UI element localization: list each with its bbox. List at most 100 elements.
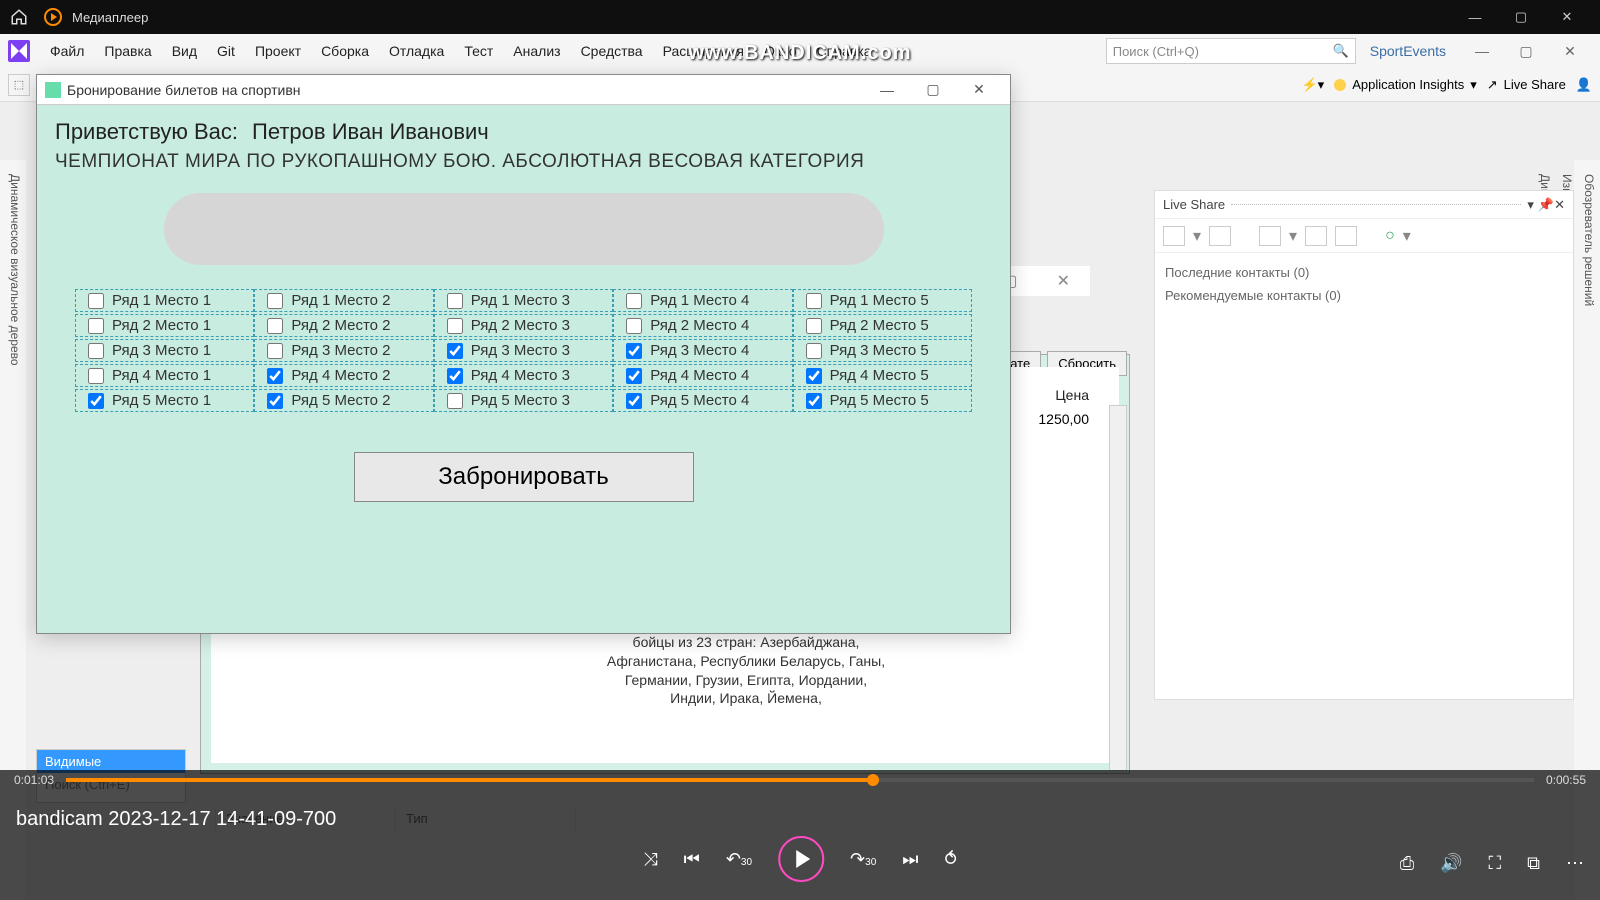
next-icon[interactable]: ⏭ (902, 849, 918, 870)
seat-checkbox[interactable]: Ряд 5 Место 5 (793, 389, 972, 412)
close-icon[interactable]: ✕ (1554, 197, 1565, 213)
pin-icon[interactable]: 📌 (1538, 197, 1554, 213)
seat-checkbox[interactable]: Ряд 3 Место 4 (613, 339, 792, 362)
user-icon[interactable]: 👤 (1576, 77, 1592, 93)
seat-checkbox-input[interactable] (267, 393, 283, 409)
seat-checkbox[interactable]: Ряд 4 Место 1 (75, 364, 254, 387)
home-icon[interactable] (10, 8, 28, 26)
toolbar-icon[interactable] (1209, 226, 1231, 246)
seat-checkbox[interactable]: Ряд 5 Место 1 (75, 389, 254, 412)
vs-menu-item[interactable]: Сборка (311, 37, 379, 65)
seat-checkbox[interactable]: Ряд 1 Место 5 (793, 289, 972, 312)
seat-checkbox[interactable]: Ряд 5 Место 2 (254, 389, 433, 412)
play-button[interactable] (778, 836, 824, 882)
vs-menu-item[interactable]: Проект (245, 37, 311, 65)
more-icon[interactable]: ⋯ (1566, 853, 1584, 874)
fullscreen-icon[interactable]: ⛶ (1489, 853, 1502, 874)
seat-checkbox[interactable]: Ряд 3 Место 1 (75, 339, 254, 362)
vs-menu-item[interactable]: Правка (94, 37, 161, 65)
seat-checkbox-input[interactable] (806, 393, 822, 409)
app-insights-button[interactable]: Application Insights ▾ (1334, 77, 1477, 93)
live-share-button[interactable]: ↗ Live Share (1487, 77, 1566, 93)
vs-maximize-button[interactable]: ▢ (1504, 34, 1548, 68)
seat-checkbox[interactable]: Ряд 3 Место 3 (434, 339, 613, 362)
close-button[interactable]: ✕ (956, 75, 1002, 105)
seat-checkbox-input[interactable] (447, 293, 463, 309)
close-button[interactable]: ✕ (1544, 0, 1590, 34)
seat-checkbox[interactable]: Ряд 3 Место 5 (793, 339, 972, 362)
recent-contacts[interactable]: Последние контакты (0) (1165, 261, 1563, 284)
seat-checkbox[interactable]: Ряд 4 Место 4 (613, 364, 792, 387)
seat-checkbox-input[interactable] (267, 343, 283, 359)
vs-menu-item[interactable]: Анализ (503, 37, 570, 65)
seat-checkbox[interactable]: Ряд 1 Место 1 (75, 289, 254, 312)
toolbar-icon[interactable]: ⚡▾ (1301, 77, 1324, 93)
chevron-down-icon[interactable]: ▾ (1403, 226, 1411, 246)
toolbar-icon[interactable]: ⬚ (8, 74, 30, 96)
circle-icon[interactable]: ○ (1385, 227, 1395, 245)
seat-checkbox[interactable]: Ряд 2 Место 5 (793, 314, 972, 337)
seat-checkbox[interactable]: Ряд 1 Место 4 (613, 289, 792, 312)
seat-checkbox-input[interactable] (88, 293, 104, 309)
seat-checkbox-input[interactable] (806, 293, 822, 309)
cast-icon[interactable]: ⎙ (1400, 853, 1414, 874)
seat-checkbox-input[interactable] (626, 293, 642, 309)
seat-checkbox[interactable]: Ряд 5 Место 4 (613, 389, 792, 412)
seat-checkbox-input[interactable] (267, 293, 283, 309)
seat-checkbox-input[interactable] (806, 318, 822, 334)
chevron-down-icon[interactable]: ▾ (1527, 197, 1534, 213)
seat-checkbox-input[interactable] (88, 368, 104, 384)
seat-checkbox-input[interactable] (806, 343, 822, 359)
vs-menu-item[interactable]: Тест (454, 37, 503, 65)
vs-minimize-button[interactable]: ― (1460, 34, 1504, 68)
seat-checkbox[interactable]: Ряд 4 Место 3 (434, 364, 613, 387)
vs-menu-item[interactable]: Отладка (379, 37, 454, 65)
seat-checkbox-input[interactable] (447, 368, 463, 384)
seat-checkbox[interactable]: Ряд 3 Место 2 (254, 339, 433, 362)
miniplayer-icon[interactable]: ⧉ (1527, 853, 1540, 874)
toolbar-icon[interactable] (1259, 226, 1281, 246)
progress-thumb[interactable] (867, 774, 879, 786)
seat-checkbox-input[interactable] (626, 343, 642, 359)
vs-menu-item[interactable]: Git (207, 37, 245, 65)
previous-icon[interactable]: ⏮ (684, 849, 700, 870)
seat-checkbox-input[interactable] (447, 318, 463, 334)
seat-checkbox-input[interactable] (267, 318, 283, 334)
seat-checkbox[interactable]: Ряд 2 Место 4 (613, 314, 792, 337)
minimize-button[interactable]: ― (1452, 0, 1498, 34)
volume-icon[interactable]: 🔊 (1440, 853, 1462, 874)
seat-checkbox[interactable]: Ряд 1 Место 3 (434, 289, 613, 312)
seat-checkbox[interactable]: Ряд 1 Место 2 (254, 289, 433, 312)
seat-checkbox-input[interactable] (626, 368, 642, 384)
toolbar-icon[interactable] (1335, 226, 1357, 246)
vs-menu-item[interactable]: Вид (162, 37, 207, 65)
seat-checkbox-input[interactable] (447, 343, 463, 359)
seat-checkbox[interactable]: Ряд 2 Место 1 (75, 314, 254, 337)
solution-name[interactable]: SportEvents (1356, 37, 1460, 65)
seat-checkbox-input[interactable] (267, 368, 283, 384)
skip-back-icon[interactable]: ↶30 (726, 849, 752, 870)
toolbar-icon[interactable] (1305, 226, 1327, 246)
minimize-button[interactable]: ― (864, 75, 910, 105)
vs-menu-item[interactable]: Средства (571, 37, 653, 65)
seat-checkbox-input[interactable] (88, 318, 104, 334)
progress-bar[interactable] (66, 778, 1534, 782)
suggested-contacts[interactable]: Рекомендуемые контакты (0) (1165, 284, 1563, 307)
seat-checkbox-input[interactable] (447, 393, 463, 409)
vs-menu-item[interactable]: Файл (40, 37, 94, 65)
seat-checkbox[interactable]: Ряд 2 Место 2 (254, 314, 433, 337)
seat-checkbox[interactable]: Ряд 2 Место 3 (434, 314, 613, 337)
book-button[interactable]: Забронировать (354, 452, 694, 502)
repeat-icon[interactable]: ⥀ (944, 849, 956, 870)
vs-close-button[interactable]: ✕ (1548, 34, 1592, 68)
seat-checkbox[interactable]: Ряд 5 Место 3 (434, 389, 613, 412)
seat-checkbox-input[interactable] (626, 318, 642, 334)
chevron-down-icon[interactable]: ▾ (1193, 226, 1201, 246)
seat-checkbox[interactable]: Ряд 4 Место 5 (793, 364, 972, 387)
chevron-down-icon[interactable]: ▾ (1289, 226, 1297, 246)
scrollbar[interactable] (1109, 405, 1127, 771)
seat-checkbox-input[interactable] (88, 393, 104, 409)
seat-checkbox-input[interactable] (626, 393, 642, 409)
seat-checkbox-input[interactable] (88, 343, 104, 359)
seat-checkbox-input[interactable] (806, 368, 822, 384)
